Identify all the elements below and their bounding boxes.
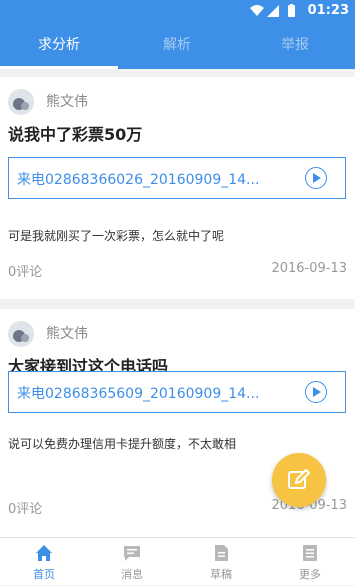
tab-bar: 求分析 解析 举报 <box>0 22 355 69</box>
play-icon[interactable] <box>305 167 327 189</box>
more-icon <box>303 545 317 561</box>
tab-report[interactable]: 举报 <box>236 22 354 69</box>
nav-label: 草稿 <box>210 568 232 581</box>
play-icon[interactable] <box>305 381 327 403</box>
post-date: 2016-09-13 <box>271 261 347 276</box>
nav-drafts[interactable]: 草稿 <box>177 538 265 586</box>
comment-count[interactable]: 0评论 <box>8 261 42 280</box>
post-title[interactable]: 说我中了彩票50万 <box>8 121 142 145</box>
draft-icon <box>215 545 228 561</box>
status-bar: 01:23 <box>0 0 355 22</box>
comment-count[interactable]: 0评论 <box>8 498 42 517</box>
audio-player[interactable]: 来电02868365609_20160909_14... <box>8 371 346 413</box>
nav-label: 更多 <box>299 568 321 581</box>
audio-filename: 来电02868365609_20160909_14... <box>17 386 260 402</box>
avatar[interactable] <box>8 89 34 115</box>
tab-explain[interactable]: 解析 <box>118 22 236 69</box>
author-name[interactable]: 熊文伟 <box>46 91 88 111</box>
audio-player[interactable]: 来电02868366026_20160909_14... <box>8 157 346 199</box>
status-icons <box>250 4 295 17</box>
tab-analysis[interactable]: 求分析 <box>0 22 118 69</box>
nav-more[interactable]: 更多 <box>266 538 354 586</box>
compose-button[interactable] <box>272 453 326 507</box>
author-name[interactable]: 熊文伟 <box>46 323 88 343</box>
message-icon <box>124 546 140 561</box>
audio-filename: 来电02868366026_20160909_14... <box>17 172 260 188</box>
status-time: 01:23 <box>307 3 349 18</box>
signal-icon <box>267 5 279 17</box>
battery-icon <box>288 5 295 17</box>
nav-messages[interactable]: 消息 <box>88 538 176 586</box>
post-body: 可是我就刚买了一次彩票，怎么就中了呢 <box>8 229 225 243</box>
nav-label: 首页 <box>33 568 55 581</box>
post-body: 说可以免费办理信用卡提升额度，不太敢相 <box>8 437 237 451</box>
post-card[interactable]: 熊文伟 说我中了彩票50万 来电02868366026_20160909_14.… <box>0 77 355 299</box>
home-icon <box>36 545 52 561</box>
wifi-icon <box>250 5 264 16</box>
avatar[interactable] <box>8 321 34 347</box>
bottom-nav: 首页 消息 草稿 更多 <box>0 537 355 585</box>
nav-home[interactable]: 首页 <box>0 538 88 586</box>
edit-icon <box>288 469 310 489</box>
nav-label: 消息 <box>121 568 143 581</box>
